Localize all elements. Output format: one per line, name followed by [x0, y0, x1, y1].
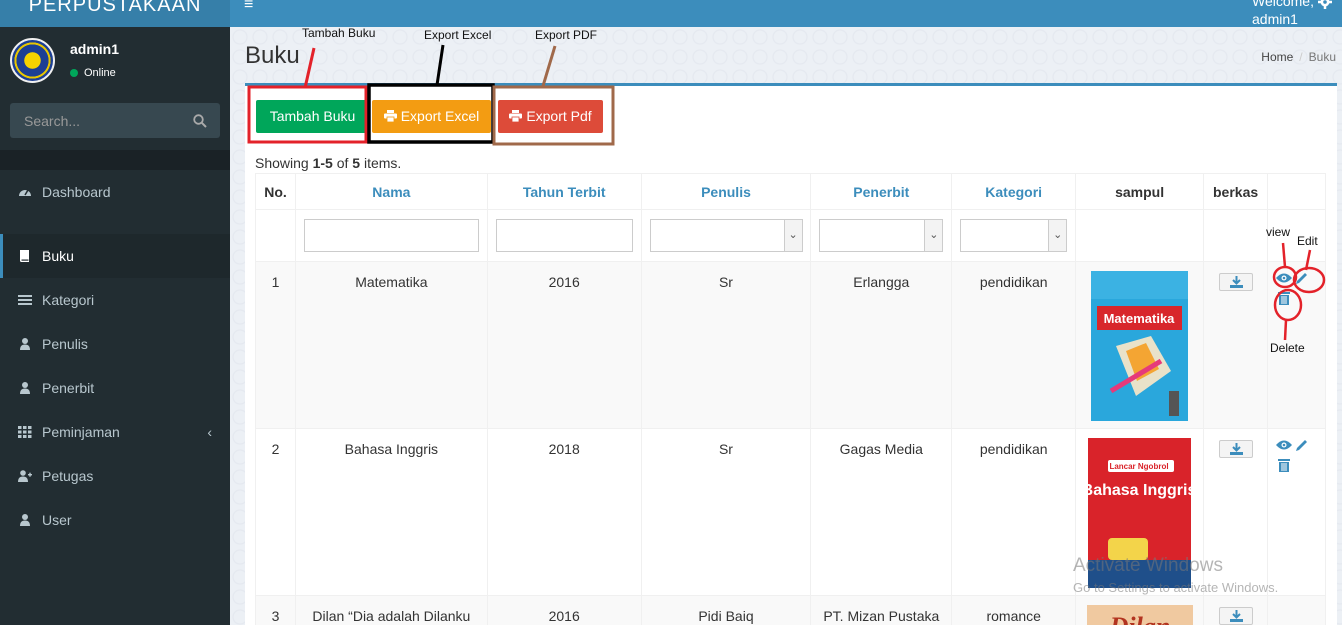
annotation-circle-delete — [1273, 288, 1303, 322]
annotation-label-excel: Export Excel — [424, 28, 492, 42]
annotation-label-delete: Delete — [1270, 341, 1305, 355]
annotation-label-pdf: Export PDF — [535, 28, 598, 42]
annotation-label-tambah: Tambah Buku — [302, 26, 376, 40]
activation-watermark: Activate Windows — [1073, 555, 1223, 576]
annotation-label-edit: Edit — [1297, 234, 1318, 248]
annotation-line-delete — [1283, 319, 1288, 341]
annotation-box-tambah — [247, 85, 368, 144]
annotation-box-pdf — [492, 85, 615, 146]
annotation-line-pdf — [541, 45, 557, 87]
activation-watermark-sub: Go to Settings to activate Windows. — [1073, 580, 1279, 595]
annotation-label-view: view — [1266, 225, 1291, 239]
annotation-circle-edit — [1292, 266, 1326, 294]
annotation-layer — [247, 44, 1326, 341]
annotation-circle-view — [1272, 265, 1298, 289]
annotation-line-tambah — [303, 47, 316, 89]
annotation-box-excel — [367, 83, 495, 144]
annotation-line-excel — [435, 44, 445, 86]
annotation-line-view — [1281, 242, 1287, 268]
